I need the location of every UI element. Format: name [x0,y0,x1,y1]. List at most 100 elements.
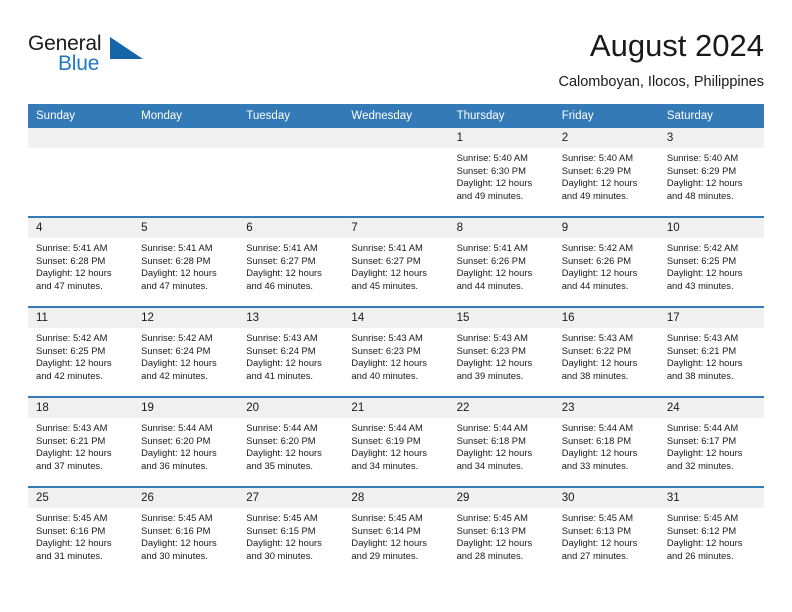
daylight-text-line2: and 47 minutes. [141,279,208,291]
day-number: 24 [658,398,764,418]
day-cell[interactable]: 13 Sunrise: 5:43 AM Sunset: 6:24 PM Dayligh… [238,308,344,396]
sunrise-text: Sunrise: 5:45 AM [561,512,634,523]
weekday-header-sunday: Sunday [36,110,76,122]
sunrise-text: Sunrise: 5:45 AM [666,512,739,523]
triangle-flag-icon [110,37,143,59]
day-details: Sunrise: 5:43 AM Sunset: 6:22 PM Daylight:… [554,328,659,382]
daylight-text-line2: and 39 minutes. [456,369,524,381]
day-cell[interactable]: 7 Sunrise: 5:41 AM Sunset: 6:27 PM Daylight… [343,218,449,306]
sunrise-text: Sunrise: 5:42 AM [561,242,634,253]
sunset-text: Sunset: 6:14 PM [351,524,421,536]
day-cell[interactable]: 22 Sunrise: 5:44 AM Sunset: 6:18 PM Dayligh… [448,398,554,486]
day-cell[interactable]: 16 Sunrise: 5:43 AM Sunset: 6:22 PM Dayligh… [553,308,659,396]
page-header: General Blue August 2024 Calomboyan, Ilo… [28,28,764,98]
day-cell[interactable]: 4 Sunrise: 5:41 AM Sunset: 6:28 PM Daylight… [28,218,134,306]
day-cell[interactable]: 25 Sunrise: 5:45 AM Sunset: 6:16 PM Dayligh… [28,488,134,576]
sunrise-text: Sunrise: 5:41 AM [456,242,528,253]
weekday-header-friday: Friday [561,110,594,122]
day-details: Sunrise: 5:43 AM Sunset: 6:21 PM Daylight:… [659,328,764,382]
daylight-text-line1: Daylight: 12 hours [456,537,533,549]
day-cell[interactable]: 14 Sunrise: 5:43 AM Sunset: 6:23 PM Dayligh… [343,308,449,396]
daylight-text-line2: and 41 minutes. [246,369,313,381]
daylight-text-line2: and 44 minutes. [456,279,524,291]
sunset-text: Sunset: 6:18 PM [456,434,526,446]
day-details: Sunrise: 5:44 AM Sunset: 6:17 PM Daylight:… [659,418,764,472]
day-number: 29 [448,488,554,508]
calendar-week-row: 11 Sunrise: 5:42 AM Sunset: 6:25 PM Dayligh… [28,306,764,396]
day-number: 3 [658,128,764,148]
sunset-text: Sunset: 6:27 PM [246,254,316,266]
daylight-text-line1: Daylight: 12 hours [36,447,112,459]
day-details: Sunrise: 5:42 AM Sunset: 6:25 PM Daylight:… [28,328,133,382]
daylight-text-line1: Daylight: 12 hours [561,177,638,189]
day-cell[interactable]: 21 Sunrise: 5:44 AM Sunset: 6:19 PM Dayligh… [343,398,449,486]
day-details: Sunrise: 5:43 AM Sunset: 6:21 PM Daylight:… [28,418,133,472]
day-cell[interactable]: 23 Sunrise: 5:44 AM Sunset: 6:18 PM Dayligh… [553,398,659,486]
sunrise-text: Sunrise: 5:43 AM [351,332,423,343]
day-cell[interactable]: 28 Sunrise: 5:45 AM Sunset: 6:14 PM Dayligh… [343,488,449,576]
daylight-text-line1: Daylight: 12 hours [666,447,743,459]
day-cell[interactable]: 3 Sunrise: 5:40 AM Sunset: 6:29 PM Daylight… [658,128,764,216]
daylight-text-line2: and 30 minutes. [141,549,208,561]
day-number: 28 [343,488,449,508]
sunrise-text: Sunrise: 5:42 AM [141,332,213,343]
sunset-text: Sunset: 6:13 PM [456,524,526,536]
sunrise-text: Sunrise: 5:43 AM [666,332,739,343]
daylight-text-line1: Daylight: 12 hours [666,177,743,189]
day-cell[interactable]: 17 Sunrise: 5:43 AM Sunset: 6:21 PM Dayligh… [658,308,764,396]
day-cell[interactable]: 2 Sunrise: 5:40 AM Sunset: 6:29 PM Daylight… [553,128,659,216]
day-cell[interactable]: 30 Sunrise: 5:45 AM Sunset: 6:13 PM Dayligh… [553,488,659,576]
brand-logo[interactable]: General Blue [28,32,148,84]
day-cell[interactable]: 5 Sunrise: 5:41 AM Sunset: 6:28 PM Daylight… [133,218,239,306]
day-number: 22 [448,398,554,418]
day-details: Sunrise: 5:45 AM Sunset: 6:14 PM Daylight:… [343,508,448,562]
day-cell[interactable]: 24 Sunrise: 5:44 AM Sunset: 6:17 PM Dayligh… [658,398,764,486]
day-number: 30 [553,488,659,508]
daylight-text-line1: Daylight: 12 hours [351,447,427,459]
day-cell[interactable]: 9 Sunrise: 5:42 AM Sunset: 6:26 PM Daylight… [553,218,659,306]
sunset-text: Sunset: 6:13 PM [561,524,632,536]
day-cell[interactable]: 11 Sunrise: 5:42 AM Sunset: 6:25 PM Dayligh… [28,308,134,396]
daylight-text-line2: and 44 minutes. [561,279,629,291]
day-cell[interactable]: 18 Sunrise: 5:43 AM Sunset: 6:21 PM Dayligh… [28,398,134,486]
daylight-text-line1: Daylight: 12 hours [456,177,533,189]
day-number: 19 [133,398,239,418]
day-number: 25 [28,488,134,508]
day-details: Sunrise: 5:41 AM Sunset: 6:26 PM Daylight:… [449,238,554,292]
day-cell[interactable]: 26 Sunrise: 5:45 AM Sunset: 6:16 PM Dayligh… [133,488,239,576]
calendar-week-row: 1 Sunrise: 5:40 AM Sunset: 6:30 PM Daylight… [28,128,764,216]
weekday-header-thursday: Thursday [456,110,505,122]
day-cell[interactable]: 6 Sunrise: 5:41 AM Sunset: 6:27 PM Daylight… [238,218,344,306]
daylight-text-line1: Daylight: 12 hours [141,357,217,369]
day-number [238,128,344,148]
daylight-text-line2: and 29 minutes. [351,549,419,561]
day-cell[interactable]: 19 Sunrise: 5:44 AM Sunset: 6:20 PM Dayligh… [133,398,239,486]
day-details: Sunrise: 5:45 AM Sunset: 6:16 PM Daylight:… [133,508,238,562]
sunset-text: Sunset: 6:28 PM [36,254,106,266]
day-number: 8 [448,218,554,238]
sunset-text: Sunset: 6:23 PM [351,344,421,356]
day-details: Sunrise: 5:44 AM Sunset: 6:18 PM Daylight:… [554,418,659,472]
day-details: Sunrise: 5:45 AM Sunset: 6:15 PM Daylight:… [238,508,343,562]
day-number: 20 [238,398,344,418]
day-details: Sunrise: 5:40 AM Sunset: 6:29 PM Daylight:… [659,148,764,202]
day-cell[interactable]: 12 Sunrise: 5:42 AM Sunset: 6:24 PM Dayligh… [133,308,239,396]
day-cell[interactable]: 10 Sunrise: 5:42 AM Sunset: 6:25 PM Dayligh… [658,218,764,306]
sunset-text: Sunset: 6:12 PM [666,524,737,536]
sunset-text: Sunset: 6:15 PM [246,524,316,536]
day-cell[interactable]: 27 Sunrise: 5:45 AM Sunset: 6:15 PM Dayligh… [238,488,344,576]
day-cell[interactable]: 29 Sunrise: 5:45 AM Sunset: 6:13 PM Dayligh… [448,488,554,576]
day-cell[interactable]: 20 Sunrise: 5:44 AM Sunset: 6:20 PM Dayligh… [238,398,344,486]
day-cell[interactable]: 1 Sunrise: 5:40 AM Sunset: 6:30 PM Daylight… [448,128,554,216]
day-cell[interactable]: 31 Sunrise: 5:45 AM Sunset: 6:12 PM Dayligh… [658,488,764,576]
day-cell[interactable]: 15 Sunrise: 5:43 AM Sunset: 6:23 PM Dayligh… [448,308,554,396]
sunrise-text: Sunrise: 5:45 AM [351,512,423,523]
weekday-header-row: Sunday Monday Tuesday Wednesday Thursday… [28,104,764,128]
sunrise-text: Sunrise: 5:44 AM [456,422,528,433]
day-cell[interactable]: 8 Sunrise: 5:41 AM Sunset: 6:26 PM Daylight… [448,218,554,306]
day-details: Sunrise: 5:43 AM Sunset: 6:24 PM Daylight:… [238,328,343,382]
daylight-text-line2: and 28 minutes. [456,549,524,561]
day-cell-empty [133,128,239,216]
daylight-text-line1: Daylight: 12 hours [561,267,638,279]
day-number: 4 [28,218,134,238]
